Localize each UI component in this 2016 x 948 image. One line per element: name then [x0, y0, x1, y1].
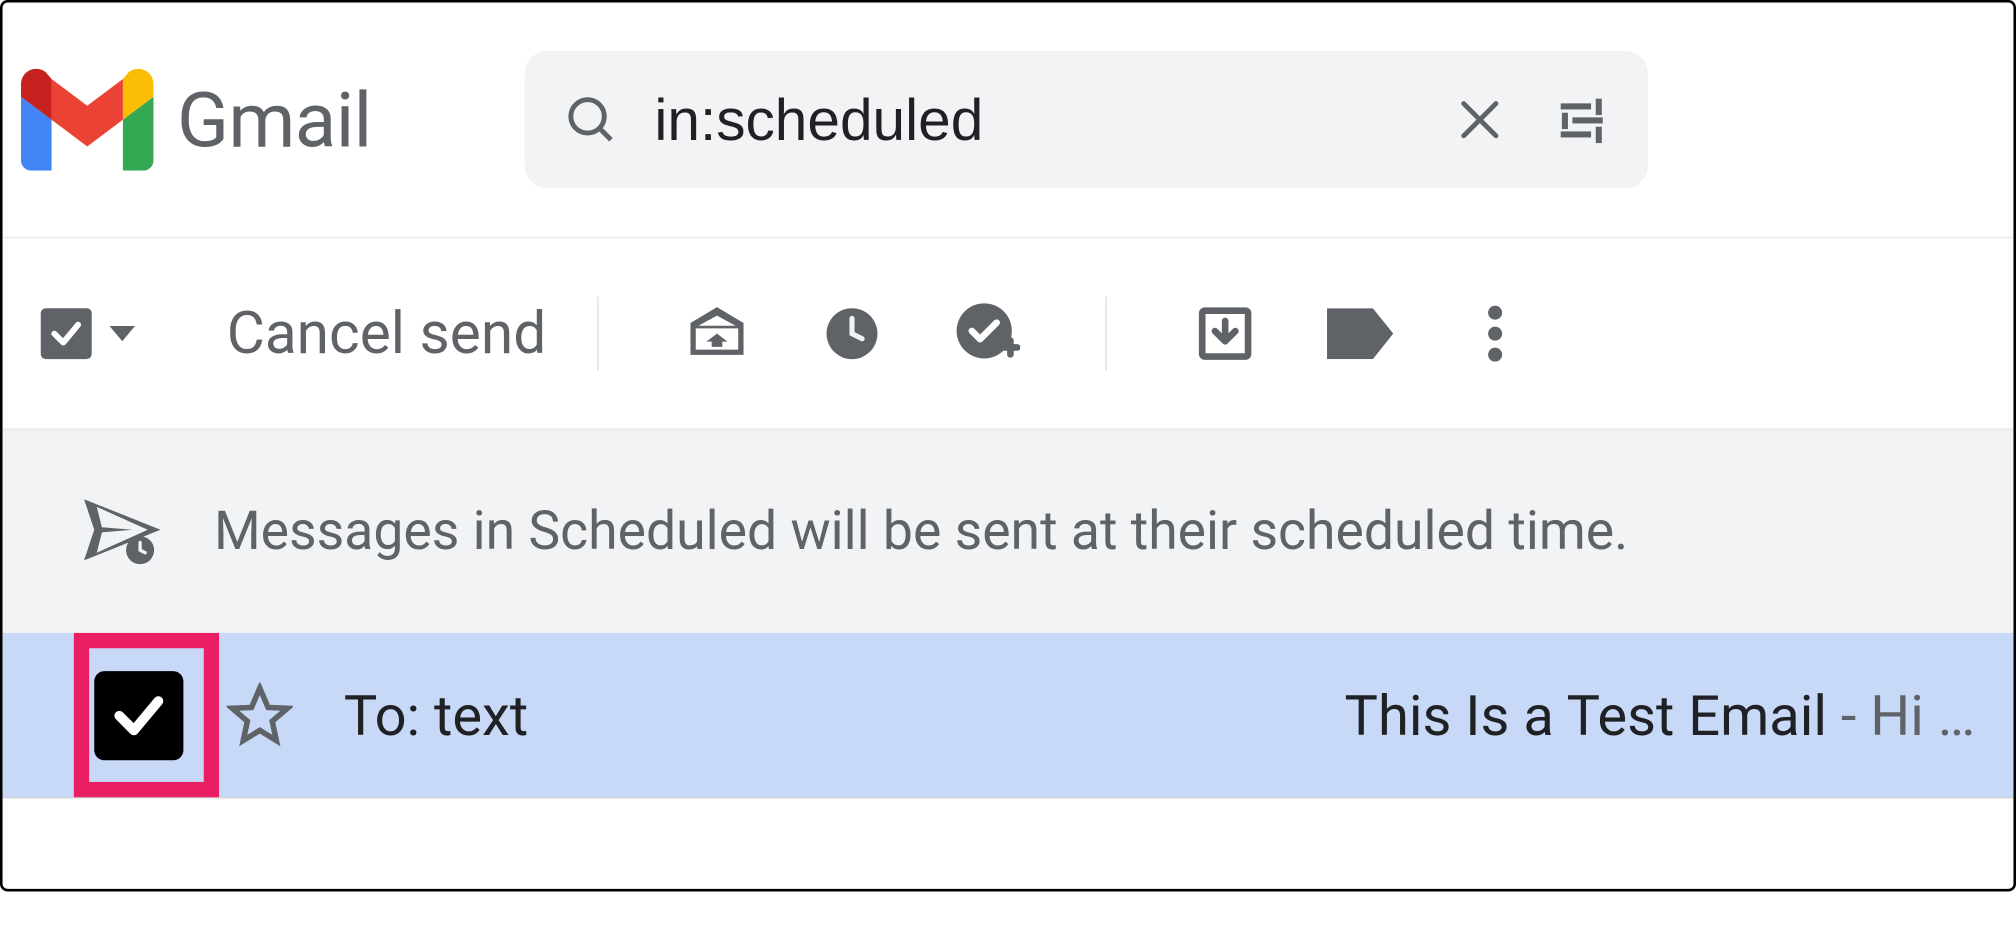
separator: [597, 296, 598, 370]
add-task-icon[interactable]: [950, 296, 1024, 370]
search-options-icon[interactable]: [1536, 74, 1628, 166]
search-icon[interactable]: [545, 74, 637, 166]
select-checkbox-icon[interactable]: [41, 308, 92, 359]
star-icon[interactable]: [227, 682, 293, 748]
scheduled-banner: Messages in Scheduled will be sent at th…: [3, 429, 2014, 633]
snooze-icon[interactable]: [815, 296, 889, 370]
row-subject-line: This Is a Test Email - Hi …: [1345, 682, 1976, 748]
clear-search-icon[interactable]: [1434, 74, 1526, 166]
subject-text: This Is a Test Email: [1345, 682, 1827, 748]
archive-icon[interactable]: [680, 296, 754, 370]
search-box[interactable]: [524, 51, 1647, 189]
logo-block: Gmail: [20, 69, 371, 171]
caret-down-icon[interactable]: [110, 325, 135, 340]
snippet-sep: -: [1827, 682, 1870, 748]
email-row[interactable]: To: text This Is a Test Email - Hi …: [3, 633, 2014, 799]
scheduled-send-icon: [84, 499, 160, 565]
separator: [1105, 296, 1106, 370]
banner-text: Messages in Scheduled will be sent at th…: [214, 500, 1628, 562]
row-checkbox[interactable]: [94, 671, 183, 760]
product-name: Gmail: [177, 75, 372, 165]
cancel-send-button[interactable]: Cancel send: [227, 299, 547, 368]
label-icon[interactable]: [1323, 296, 1397, 370]
gmail-logo-icon: [20, 69, 154, 171]
move-to-icon[interactable]: [1188, 296, 1262, 370]
action-toolbar: Cancel send: [3, 238, 2014, 429]
gmail-window: Gmail: [0, 0, 2016, 891]
to-name: text: [434, 682, 528, 748]
more-icon[interactable]: [1458, 296, 1532, 370]
snippet-text: Hi …: [1870, 682, 1975, 748]
search-input[interactable]: [647, 85, 1424, 154]
to-prefix: To:: [344, 682, 434, 748]
row-recipient: To: text: [344, 682, 528, 748]
app-header: Gmail: [3, 3, 2014, 239]
select-all-dropdown[interactable]: [41, 308, 135, 359]
